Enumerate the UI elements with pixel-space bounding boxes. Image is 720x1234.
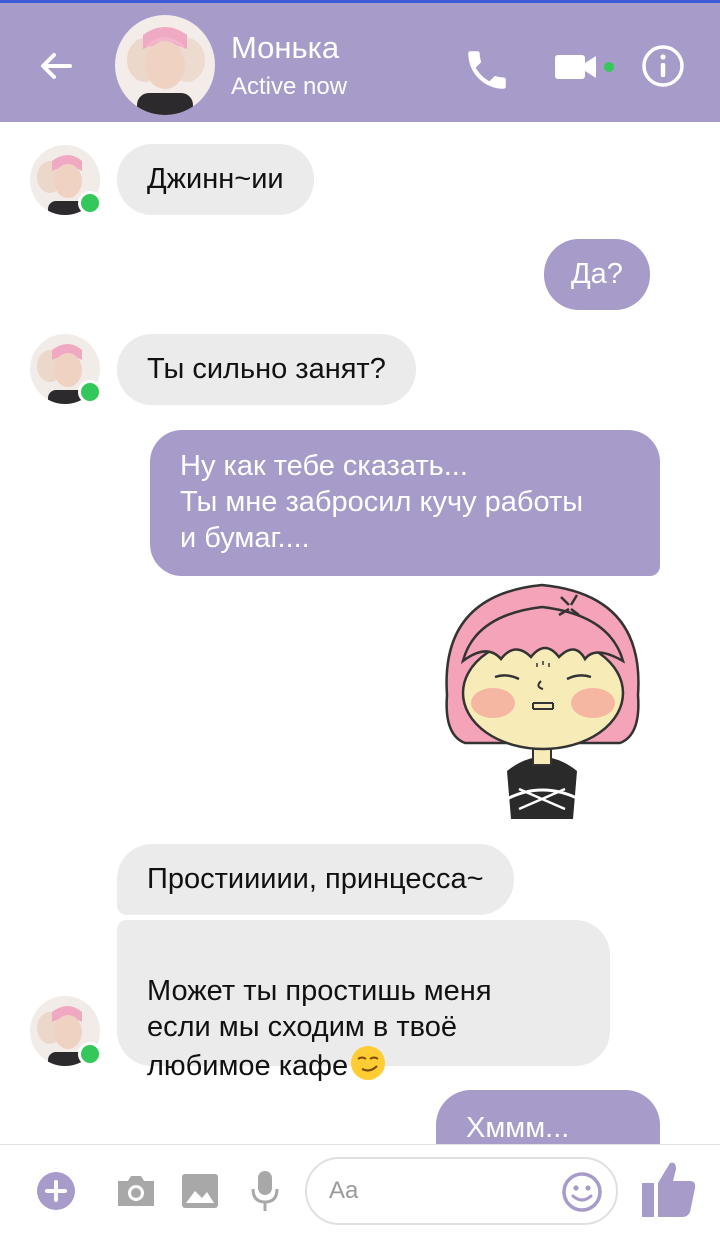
angry-girl-sticker[interactable]	[435, 575, 650, 825]
contact-avatar[interactable]	[115, 15, 215, 115]
online-indicator	[78, 380, 102, 404]
contact-avatar-small[interactable]	[30, 334, 102, 404]
emoji-icon[interactable]	[561, 1171, 603, 1218]
video-camera-icon[interactable]	[552, 47, 618, 87]
thumbs-up-icon[interactable]	[638, 1157, 698, 1226]
phone-icon[interactable]	[462, 45, 512, 95]
message-input-field[interactable]	[305, 1157, 618, 1225]
online-indicator	[78, 191, 102, 215]
contact-name[interactable]: Монька	[231, 29, 339, 67]
message-list[interactable]: Джинн~ии Да? Ты сильно занят? Ну как теб…	[0, 122, 720, 1144]
arrow-left-icon[interactable]	[34, 43, 80, 89]
message-bubble-outgoing[interactable]: Ну как тебе сказать... Ты мне забросил к…	[150, 430, 660, 576]
chat-header: Монька Active now	[0, 0, 720, 122]
microphone-icon[interactable]	[250, 1169, 280, 1218]
message-bubble-outgoing[interactable]: Хммм...	[436, 1090, 660, 1144]
message-text: Может ты простишь меня если мы сходим в …	[147, 975, 492, 1082]
message-bubble-incoming[interactable]: Может ты простишь меня если мы сходим в …	[117, 920, 610, 1082]
contact-avatar-small[interactable]	[30, 996, 102, 1066]
message-bubble-incoming[interactable]: Ты сильно занят?	[117, 334, 416, 405]
contact-status: Active now	[231, 73, 348, 100]
plus-icon[interactable]	[36, 1171, 76, 1216]
contact-avatar-small[interactable]	[30, 145, 102, 215]
message-composer	[0, 1144, 720, 1234]
online-indicator	[78, 1042, 102, 1066]
message-bubble-incoming[interactable]: Джинн~ии	[117, 144, 314, 215]
image-icon[interactable]	[180, 1171, 220, 1216]
message-bubble-incoming[interactable]: Простиииии, принцесса~	[117, 844, 514, 915]
message-bubble-outgoing[interactable]: Да?	[544, 239, 650, 310]
info-icon[interactable]	[640, 43, 686, 89]
message-input[interactable]	[329, 1173, 549, 1209]
smirking-face-emoji	[350, 1045, 386, 1090]
camera-icon[interactable]	[114, 1171, 158, 1216]
